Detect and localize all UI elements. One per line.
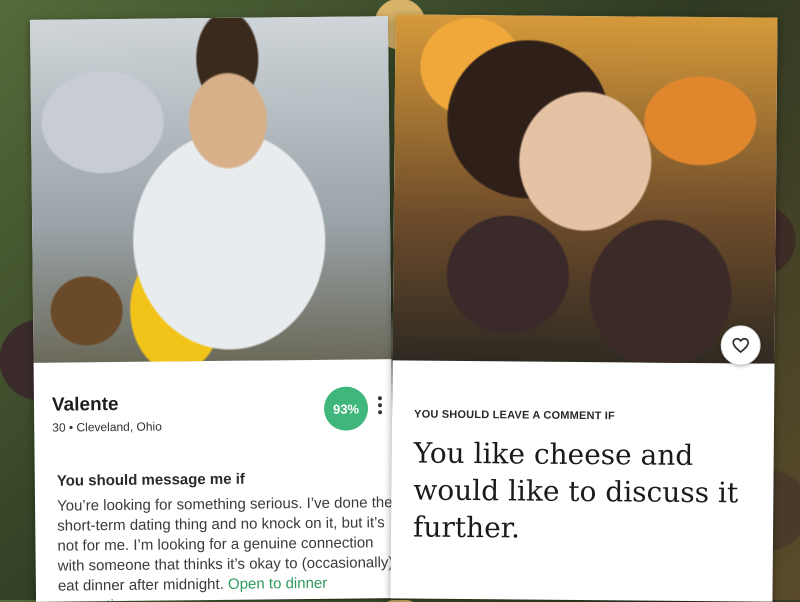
profile-name: Valente (51, 393, 119, 416)
match-percent-badge: 93% (323, 386, 369, 431)
heart-icon (732, 337, 750, 354)
profile-photo[interactable] (29, 16, 392, 363)
more-vertical-icon[interactable] (374, 389, 386, 421)
profile-meta: 30 • Cleveland, Ohio (52, 419, 162, 435)
prompt-text: You’re looking for something serious. I’… (57, 493, 394, 602)
profile-card-left: Valente 30 • Cleveland, Ohio 93% You sho… (29, 16, 395, 602)
profile-card-right: YOU SHOULD LEAVE A COMMENT IF You like c… (390, 14, 778, 602)
prompt-title: YOU SHOULD LEAVE A COMMENT IF (414, 408, 616, 423)
prompt-title: You should message me if (56, 470, 245, 490)
like-button[interactable] (720, 325, 761, 366)
profile-photo[interactable] (392, 14, 778, 364)
profile-info: Valente 30 • Cleveland, Ohio 93% You sho… (34, 359, 394, 602)
prompt-text-main: You’re looking for something serious. I’… (56, 494, 394, 595)
prompt-text: You like cheese and would like to discus… (412, 436, 739, 545)
